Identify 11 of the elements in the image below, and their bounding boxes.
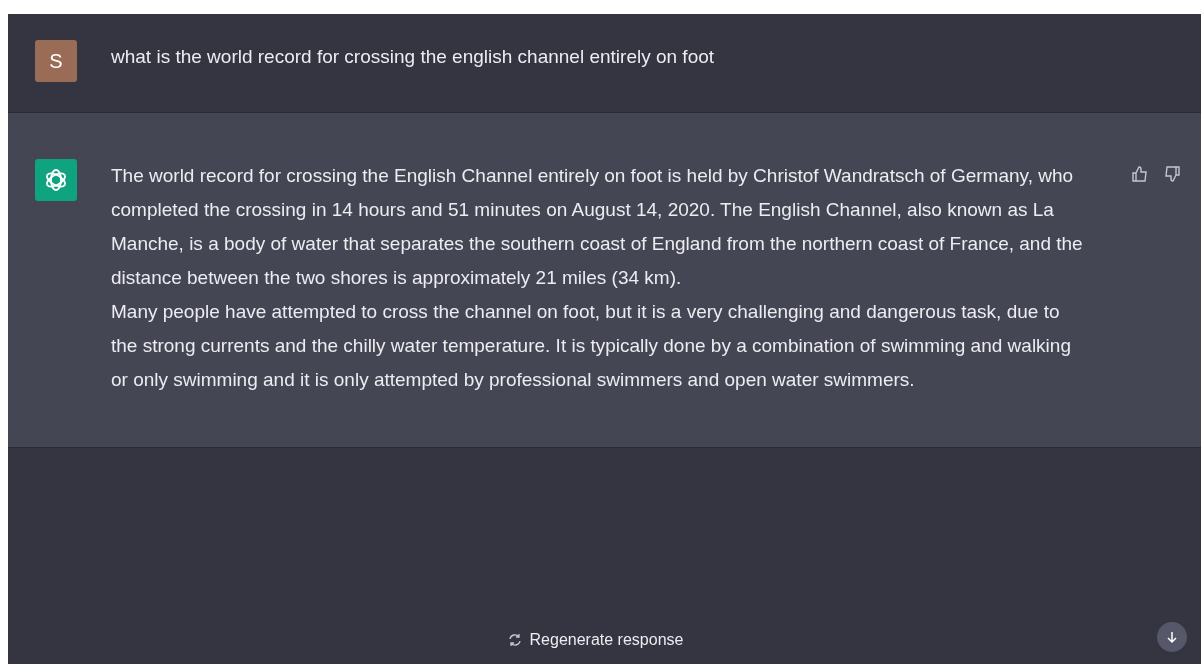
arrow-down-icon — [1165, 630, 1179, 644]
message-text: The world record for crossing the English Channel entirely on foot is held by Christof Wandratsch of Germany, who completed the crossing in 14 hours and 51 minutes on August 14, 2020. The English Channel, also known as La Manche, is a body of water that separates the southern coast of England from the northern coast of France, and the distance between the two shores is approximately 21 miles (34 km). — [111, 164, 1083, 290]
refresh-icon — [507, 633, 522, 647]
assistant-logo-icon — [35, 159, 77, 201]
thumbs-down-icon[interactable] — [1163, 165, 1181, 183]
message-text: Many people have attempted to cross the channel on foot, but it is a very challenging and dangerous task, due to the strong currents and the chilly water temperature. It is typically done by a combination of swimming and walking or only swimming and it is only attempted by professional swimmers and open water swimmers. — [111, 300, 1072, 392]
scroll-down-button[interactable] — [1157, 622, 1187, 652]
message-text: what is the world record for crossing the english channel entirely on foot — [111, 45, 716, 69]
user-avatar: S — [35, 40, 77, 82]
thumbs-up-icon[interactable] — [1131, 165, 1149, 183]
regenerate-button[interactable]: Regenerate response — [499, 624, 692, 656]
